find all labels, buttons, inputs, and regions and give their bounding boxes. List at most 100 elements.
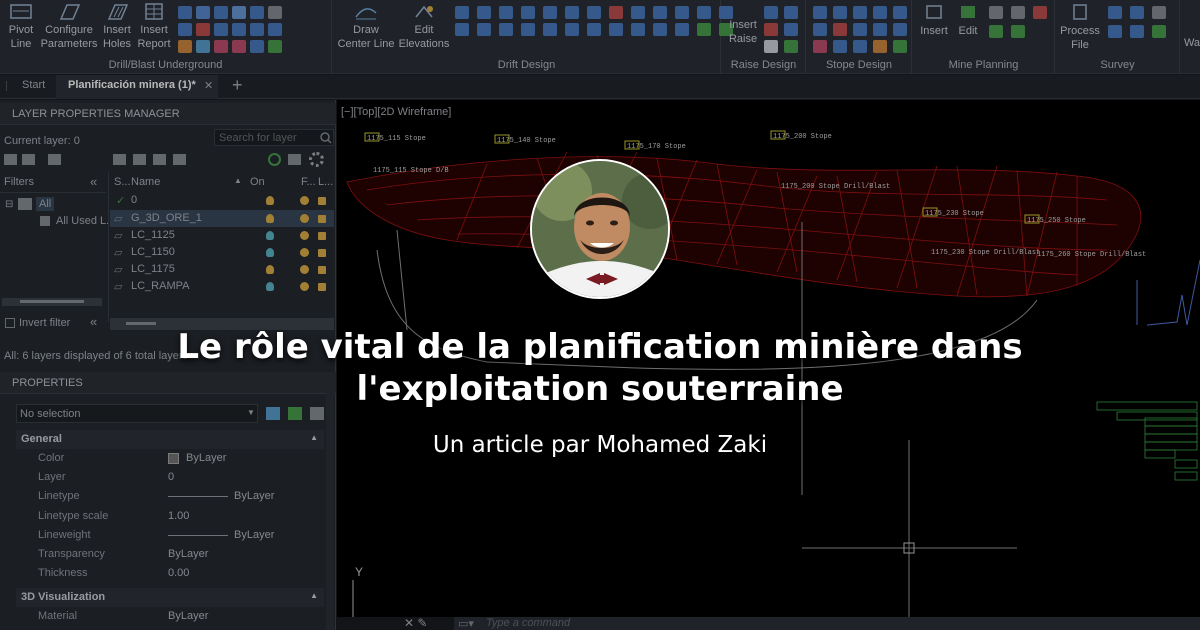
- mine-edit-button[interactable]: Edit: [953, 4, 983, 38]
- layer-row[interactable]: ▱ LC_1125: [110, 227, 334, 244]
- new-property-filter-icon[interactable]: [4, 154, 17, 165]
- tool-icon[interactable]: [764, 23, 778, 36]
- sun-icon[interactable]: [300, 265, 309, 274]
- configure-parameters-button[interactable]: Configure Parameters: [40, 3, 98, 51]
- property-row-linetype[interactable]: Linetype ByLayer: [16, 487, 324, 506]
- layer-states-icon[interactable]: [48, 154, 61, 165]
- property-row-linetype-scale[interactable]: Linetype scale 1.00: [16, 507, 324, 526]
- tool-icon[interactable]: [873, 23, 887, 36]
- tool-icon[interactable]: [1108, 25, 1122, 38]
- tool-icon[interactable]: [232, 23, 246, 36]
- filters-scrollbar[interactable]: [2, 298, 102, 306]
- tool-icon[interactable]: [873, 6, 887, 19]
- layer-row[interactable]: ✓ 0: [110, 192, 334, 209]
- column-on[interactable]: On: [250, 176, 265, 188]
- tab-start[interactable]: Start: [22, 79, 45, 91]
- tool-icon[interactable]: [178, 40, 192, 53]
- tool-icon[interactable]: [675, 23, 689, 36]
- gear-icon[interactable]: [309, 152, 324, 167]
- tool-icon[interactable]: [455, 6, 469, 19]
- tool-icon[interactable]: [587, 6, 601, 19]
- tool-icon[interactable]: [499, 23, 513, 36]
- settings-icon[interactable]: [288, 154, 301, 165]
- tool-icon[interactable]: [893, 6, 907, 19]
- tool-icon[interactable]: [499, 6, 513, 19]
- insert-report-button[interactable]: Insert Report: [134, 3, 174, 51]
- tool-icon[interactable]: [631, 6, 645, 19]
- tool-icon[interactable]: [214, 6, 228, 19]
- tool-icon[interactable]: [784, 6, 798, 19]
- check-icon[interactable]: [989, 25, 1003, 38]
- tool-icon[interactable]: [853, 6, 867, 19]
- tool-icon[interactable]: [232, 40, 246, 53]
- property-row-transparency[interactable]: Transparency ByLayer: [16, 545, 324, 564]
- tool-icon[interactable]: [675, 6, 689, 19]
- tool-icon[interactable]: [232, 6, 246, 19]
- check-icon[interactable]: [268, 40, 282, 53]
- tool-icon[interactable]: [543, 6, 557, 19]
- new-group-filter-icon[interactable]: [22, 154, 35, 165]
- collapse-section-icon[interactable]: ▲: [310, 591, 318, 600]
- invert-filter-checkbox[interactable]: [5, 318, 15, 328]
- tool-icon[interactable]: [214, 40, 228, 53]
- layer-row[interactable]: ▱ LC_RAMPA: [110, 278, 334, 295]
- tool-icon[interactable]: [214, 23, 228, 36]
- lock-icon[interactable]: [318, 283, 326, 291]
- tool-icon[interactable]: [521, 23, 535, 36]
- lock-icon[interactable]: [318, 232, 326, 240]
- tool-icon[interactable]: [268, 6, 282, 19]
- tool-icon[interactable]: [565, 23, 579, 36]
- bulb-icon[interactable]: [266, 248, 274, 257]
- draw-center-line-button[interactable]: Draw Center Line: [337, 3, 395, 51]
- splitter[interactable]: [108, 172, 109, 322]
- tool-icon[interactable]: [631, 23, 645, 36]
- tool-icon[interactable]: [587, 23, 601, 36]
- bulb-icon[interactable]: [266, 231, 274, 240]
- edit-elevations-button[interactable]: Edit Elevations: [395, 3, 453, 51]
- property-row-material[interactable]: Material ByLayer: [16, 607, 324, 626]
- tool-icon[interactable]: [521, 6, 535, 19]
- tool-icon[interactable]: [893, 23, 907, 36]
- column-name[interactable]: Name: [131, 176, 160, 188]
- tool-icon[interactable]: [989, 6, 1003, 19]
- pivot-line-button[interactable]: Pivot Line: [6, 3, 36, 51]
- tool-icon[interactable]: [196, 23, 210, 36]
- check-icon[interactable]: [784, 40, 798, 53]
- tool-icon[interactable]: [813, 23, 827, 36]
- set-current-icon[interactable]: [173, 154, 186, 165]
- tool-icon[interactable]: [1108, 6, 1122, 19]
- sun-icon[interactable]: [300, 214, 309, 223]
- mine-insert-button[interactable]: Insert: [917, 4, 951, 38]
- collapse-filters-icon[interactable]: «: [90, 174, 97, 189]
- check-icon[interactable]: [1011, 25, 1025, 38]
- refresh-icon[interactable]: [268, 153, 281, 166]
- lock-icon[interactable]: [318, 215, 326, 223]
- tool-icon[interactable]: [813, 6, 827, 19]
- property-row-thickness[interactable]: Thickness 0.00: [16, 564, 324, 583]
- tool-icon[interactable]: [196, 6, 210, 19]
- tool-icon[interactable]: [784, 23, 798, 36]
- tool-icon[interactable]: [178, 6, 192, 19]
- tool-icon[interactable]: [697, 6, 711, 19]
- sun-icon[interactable]: [300, 196, 309, 205]
- new-layer-icon[interactable]: [113, 154, 126, 165]
- bulb-icon[interactable]: [266, 282, 274, 291]
- bulb-icon[interactable]: [266, 196, 274, 205]
- sun-icon[interactable]: [300, 248, 309, 257]
- command-line-input[interactable]: ▭▾ Type a command: [454, 617, 1200, 630]
- property-row-layer[interactable]: Layer 0: [16, 468, 324, 487]
- general-section-header[interactable]: General ▲: [16, 430, 324, 449]
- column-freeze[interactable]: F...: [301, 176, 316, 188]
- tool-icon[interactable]: [764, 6, 778, 19]
- property-row-color[interactable]: Color ByLayer: [16, 449, 324, 468]
- search-icon[interactable]: [320, 132, 332, 144]
- new-layer-frozen-icon[interactable]: [133, 154, 146, 165]
- bulb-icon[interactable]: [266, 265, 274, 274]
- tool-icon[interactable]: [833, 40, 847, 53]
- tool-icon[interactable]: [853, 23, 867, 36]
- close-tab-icon[interactable]: ✕: [204, 79, 213, 92]
- properties-scrollbar[interactable]: [326, 390, 334, 630]
- layer-row[interactable]: ▱ LC_1175: [110, 261, 334, 278]
- layer-search-input[interactable]: [214, 129, 334, 146]
- check-icon[interactable]: [697, 23, 711, 36]
